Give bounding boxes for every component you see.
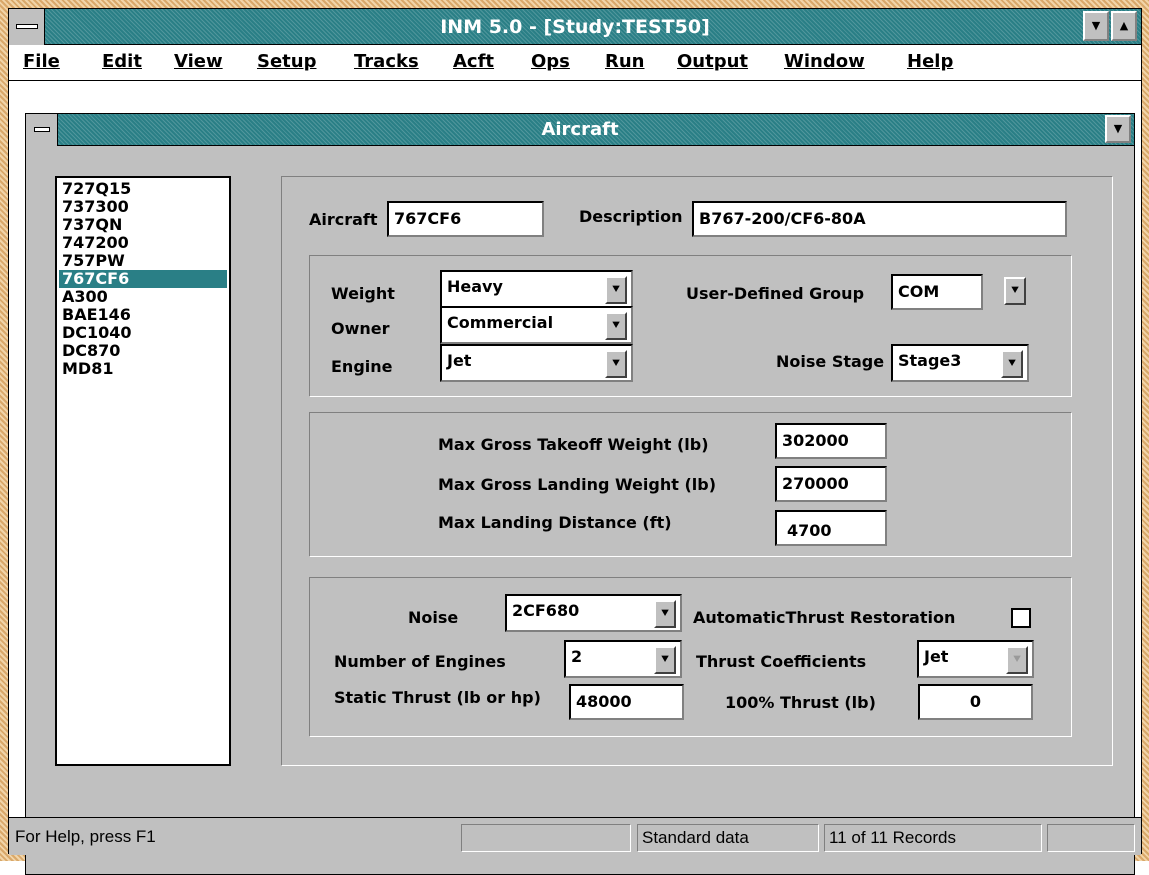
- noise-stage-select[interactable]: Stage3 ⯆: [891, 344, 1029, 382]
- maximize-icon: ▲: [1119, 19, 1129, 32]
- landing-weight-field[interactable]: 270000: [775, 466, 887, 502]
- takeoff-weight-field[interactable]: 302000: [775, 423, 887, 459]
- list-item[interactable]: 737300: [59, 198, 227, 216]
- group-field[interactable]: COM: [891, 274, 983, 310]
- dropdown-arrow-icon[interactable]: ⯆: [605, 312, 627, 340]
- description-label: Description: [579, 207, 683, 226]
- menu-run[interactable]: Run: [605, 51, 645, 72]
- noise-label: Noise: [408, 608, 459, 627]
- engine-select[interactable]: Jet ⯆: [440, 344, 633, 382]
- engine-noise-group: Noise 2CF680 ⯆ AutomaticThrust Restorati…: [309, 577, 1072, 737]
- num-engines-select[interactable]: 2 ⯆: [564, 640, 682, 678]
- menu-setup[interactable]: Setup: [257, 51, 316, 72]
- landing-distance-field[interactable]: 4700: [775, 510, 887, 546]
- list-item[interactable]: DC1040: [59, 324, 227, 342]
- minimize-icon: ▼: [1091, 19, 1101, 32]
- landing-weight-label: Max Gross Landing Weight (lb): [438, 475, 717, 494]
- aircraft-window: Aircraft ▼ 727Q15 737300 737QN 747200 75…: [25, 113, 1135, 875]
- engine-label: Engine: [331, 357, 393, 376]
- list-item[interactable]: 737QN: [59, 216, 227, 234]
- list-item[interactable]: BAE146: [59, 306, 227, 324]
- aircraft-label: Aircraft: [309, 210, 378, 229]
- menu-view[interactable]: View: [174, 51, 223, 72]
- app-title: INM 5.0 - [Study:TEST50]: [440, 16, 710, 38]
- menu-edit[interactable]: Edit: [102, 51, 142, 72]
- aircraft-listbox[interactable]: 727Q15 737300 737QN 747200 757PW 767CF6 …: [55, 176, 231, 766]
- dropdown-arrow-icon[interactable]: ⯆: [1004, 277, 1026, 305]
- aircraft-id-field[interactable]: 767CF6: [387, 201, 544, 237]
- aircraft-restore-button[interactable]: ▼: [1105, 115, 1131, 143]
- weight-select[interactable]: Heavy ⯆: [440, 270, 633, 308]
- noise-stage-value: Stage3: [898, 351, 962, 370]
- thrust-coefficients-select[interactable]: Jet ⯆: [917, 640, 1034, 678]
- dropdown-arrow-icon[interactable]: ⯆: [1001, 350, 1023, 378]
- status-extra-cell: [1047, 824, 1135, 852]
- thrust-restoration-label: AutomaticThrust Restoration: [693, 608, 956, 627]
- menu-ops[interactable]: Ops: [531, 51, 570, 72]
- full-thrust-label: 100% Thrust (lb): [725, 693, 876, 712]
- app-titlebar[interactable]: INM 5.0 - [Study:TEST50] ▼ ▲: [9, 9, 1141, 45]
- weights-group: Max Gross Takeoff Weight (lb) 302000 Max…: [309, 412, 1072, 557]
- weight-select-value: Heavy: [447, 277, 503, 296]
- status-empty-cell: [461, 824, 631, 852]
- restore-icon: ▼: [1113, 122, 1123, 135]
- thrust-restoration-checkbox[interactable]: [1011, 608, 1031, 628]
- minimize-button[interactable]: ▼: [1083, 11, 1109, 41]
- noise-select[interactable]: 2CF680 ⯆: [505, 594, 682, 632]
- dropdown-arrow-icon[interactable]: ⯆: [654, 600, 676, 628]
- status-record-count: 11 of 11 Records: [824, 824, 1042, 852]
- list-item[interactable]: DC870: [59, 342, 227, 360]
- list-item[interactable]: 727Q15: [59, 180, 227, 198]
- dropdown-arrow-icon[interactable]: ⯆: [1006, 646, 1028, 674]
- mdi-client-area: Aircraft ▼ 727Q15 737300 737QN 747200 75…: [9, 82, 1141, 875]
- group-dropdown[interactable]: ⯆: [994, 274, 1028, 310]
- description-field[interactable]: B767-200/CF6-80A: [692, 201, 1067, 237]
- noise-select-value: 2CF680: [512, 601, 580, 620]
- owner-select-value: Commercial: [447, 313, 554, 332]
- list-item[interactable]: 757PW: [59, 252, 227, 270]
- group-label: User-Defined Group: [686, 284, 865, 303]
- list-item[interactable]: A300: [59, 288, 227, 306]
- owner-select[interactable]: Commercial ⯆: [440, 306, 633, 344]
- landing-distance-label: Max Landing Distance (ft): [438, 513, 672, 532]
- status-help-text: For Help, press F1: [15, 827, 156, 846]
- thrust-coefficients-label: Thrust Coefficients: [696, 652, 867, 671]
- maximize-button[interactable]: ▲: [1111, 11, 1137, 41]
- static-thrust-label: Static Thrust (lb or hp): [334, 688, 541, 707]
- takeoff-weight-label: Max Gross Takeoff Weight (lb): [438, 435, 709, 454]
- status-bar: For Help, press F1 Standard data 11 of 1…: [9, 817, 1141, 855]
- static-thrust-field[interactable]: 48000: [569, 684, 684, 720]
- menu-output[interactable]: Output: [677, 51, 748, 72]
- num-engines-label: Number of Engines: [334, 652, 506, 671]
- menu-tracks[interactable]: Tracks: [354, 51, 419, 72]
- dropdown-arrow-icon[interactable]: ⯆: [654, 646, 676, 674]
- dropdown-arrow-icon[interactable]: ⯆: [605, 276, 627, 304]
- list-item[interactable]: 747200: [59, 234, 227, 252]
- list-item-selected[interactable]: 767CF6: [59, 270, 227, 288]
- full-thrust-field[interactable]: 0: [918, 684, 1033, 720]
- menu-bar: File Edit View Setup Tracks Acft Ops Run…: [9, 45, 1141, 81]
- engine-select-value: Jet: [447, 351, 472, 370]
- aircraft-detail-panel: Aircraft 767CF6 Description B767-200/CF6…: [281, 176, 1113, 766]
- num-engines-value: 2: [571, 647, 583, 666]
- menu-window[interactable]: Window: [784, 51, 865, 72]
- weight-label: Weight: [331, 284, 395, 303]
- noise-stage-label: Noise Stage: [776, 352, 885, 371]
- aircraft-window-title: Aircraft: [541, 119, 619, 140]
- menu-file[interactable]: File: [23, 51, 60, 72]
- menu-help[interactable]: Help: [907, 51, 953, 72]
- status-data-source: Standard data: [637, 824, 819, 852]
- thrust-coefficients-value: Jet: [924, 647, 949, 666]
- list-item[interactable]: MD81: [59, 360, 227, 378]
- app-window: INM 5.0 - [Study:TEST50] ▼ ▲ File Edit V…: [8, 8, 1142, 875]
- aircraft-window-titlebar[interactable]: Aircraft ▼: [26, 114, 1134, 146]
- menu-acft[interactable]: Acft: [453, 51, 494, 72]
- owner-label: Owner: [331, 319, 390, 338]
- classification-group: Weight Heavy ⯆ Owner Commercial ⯆ Engine…: [309, 255, 1072, 397]
- dropdown-arrow-icon[interactable]: ⯆: [605, 350, 627, 378]
